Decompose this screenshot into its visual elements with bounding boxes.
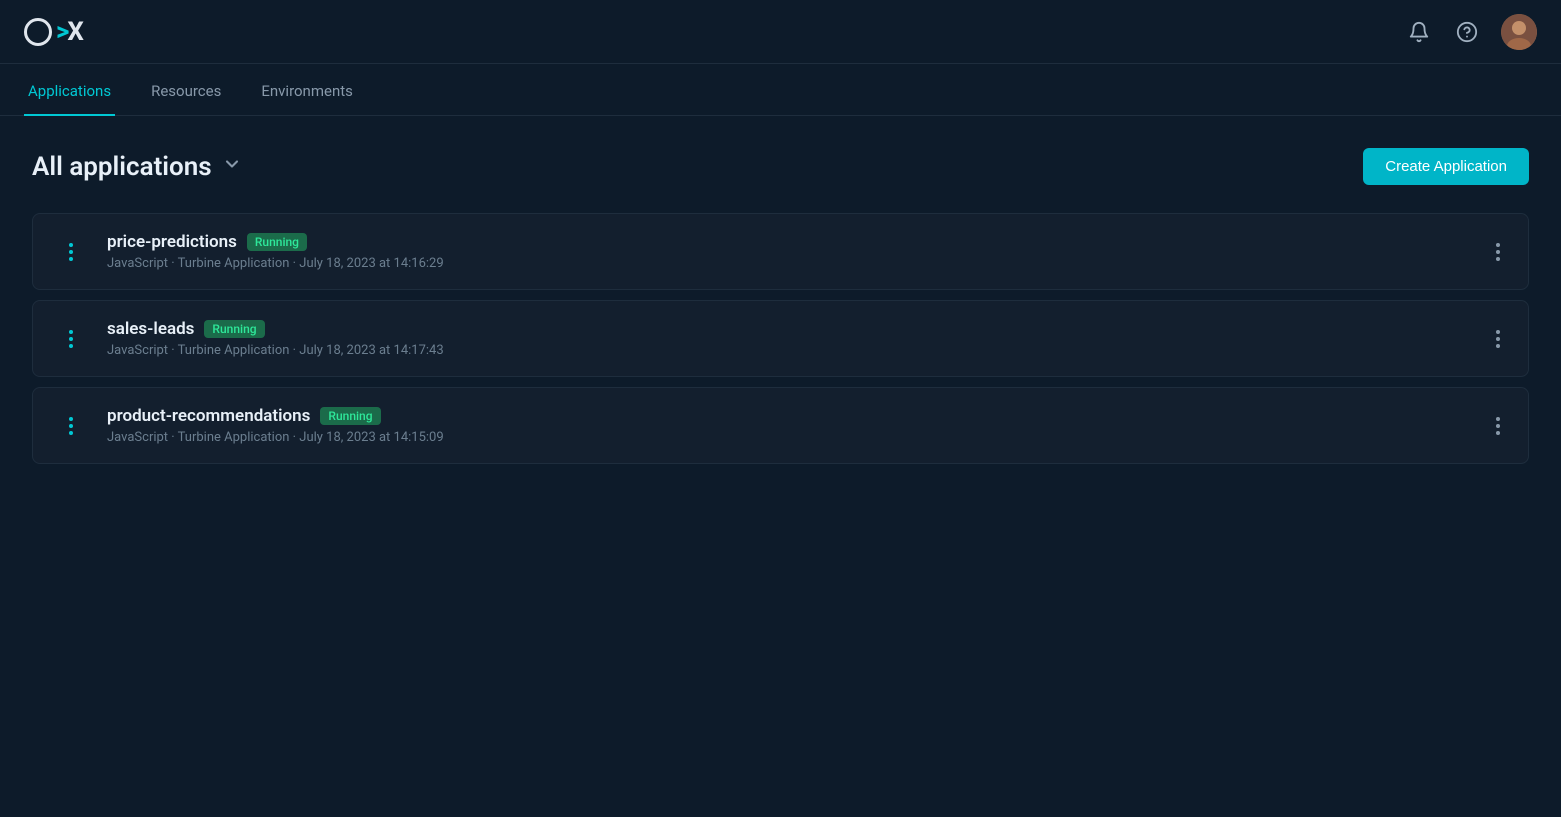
page-header: All applications Create Application (32, 148, 1529, 185)
app-meta: JavaScript · Turbine Application · July … (107, 256, 1470, 271)
tab-resources[interactable]: Resources (147, 82, 225, 116)
create-application-button[interactable]: Create Application (1363, 148, 1529, 185)
logo-x-icon: >X (56, 17, 82, 47)
app-more-menu-button[interactable] (1488, 239, 1508, 265)
logo[interactable]: >X (24, 17, 82, 47)
app-name-row: product-recommendations Running (107, 406, 1470, 426)
app-more-menu-button[interactable] (1488, 326, 1508, 352)
status-badge-running: Running (204, 320, 264, 338)
topbar-icons (1405, 14, 1537, 50)
app-info-sales-leads: sales-leads Running JavaScript · Turbine… (107, 319, 1470, 358)
turbine-icon (69, 417, 73, 435)
app-more-menu-button[interactable] (1488, 413, 1508, 439)
tab-environments[interactable]: Environments (257, 82, 357, 116)
app-icon-sales-leads (53, 321, 89, 357)
app-name: product-recommendations (107, 406, 310, 426)
app-name-row: price-predictions Running (107, 232, 1470, 252)
user-avatar[interactable] (1501, 14, 1537, 50)
notifications-icon[interactable] (1405, 18, 1433, 46)
tab-nav: Applications Resources Environments (0, 64, 1561, 116)
turbine-icon (69, 243, 73, 261)
help-icon[interactable] (1453, 18, 1481, 46)
tab-applications[interactable]: Applications (24, 82, 115, 116)
app-name: price-predictions (107, 232, 237, 252)
main-content: All applications Create Application pri (0, 116, 1561, 496)
app-info-product-recommendations: product-recommendations Running JavaScri… (107, 406, 1470, 445)
app-name: sales-leads (107, 319, 194, 339)
app-meta: JavaScript · Turbine Application · July … (107, 430, 1470, 445)
app-card-product-recommendations[interactable]: product-recommendations Running JavaScri… (32, 387, 1529, 464)
app-meta: JavaScript · Turbine Application · July … (107, 343, 1470, 358)
status-badge-running: Running (320, 407, 380, 425)
status-badge-running: Running (247, 233, 307, 251)
app-info-price-predictions: price-predictions Running JavaScript · T… (107, 232, 1470, 271)
app-card-price-predictions[interactable]: price-predictions Running JavaScript · T… (32, 213, 1529, 290)
logo-o-icon (24, 18, 52, 46)
topbar: >X (0, 0, 1561, 64)
turbine-icon (69, 330, 73, 348)
app-icon-price-predictions (53, 234, 89, 270)
page-title-group: All applications (32, 152, 242, 182)
app-icon-product-recommendations (53, 408, 89, 444)
application-list: price-predictions Running JavaScript · T… (32, 213, 1529, 464)
chevron-down-icon[interactable] (222, 154, 242, 179)
app-card-sales-leads[interactable]: sales-leads Running JavaScript · Turbine… (32, 300, 1529, 377)
page-title: All applications (32, 152, 212, 182)
app-name-row: sales-leads Running (107, 319, 1470, 339)
